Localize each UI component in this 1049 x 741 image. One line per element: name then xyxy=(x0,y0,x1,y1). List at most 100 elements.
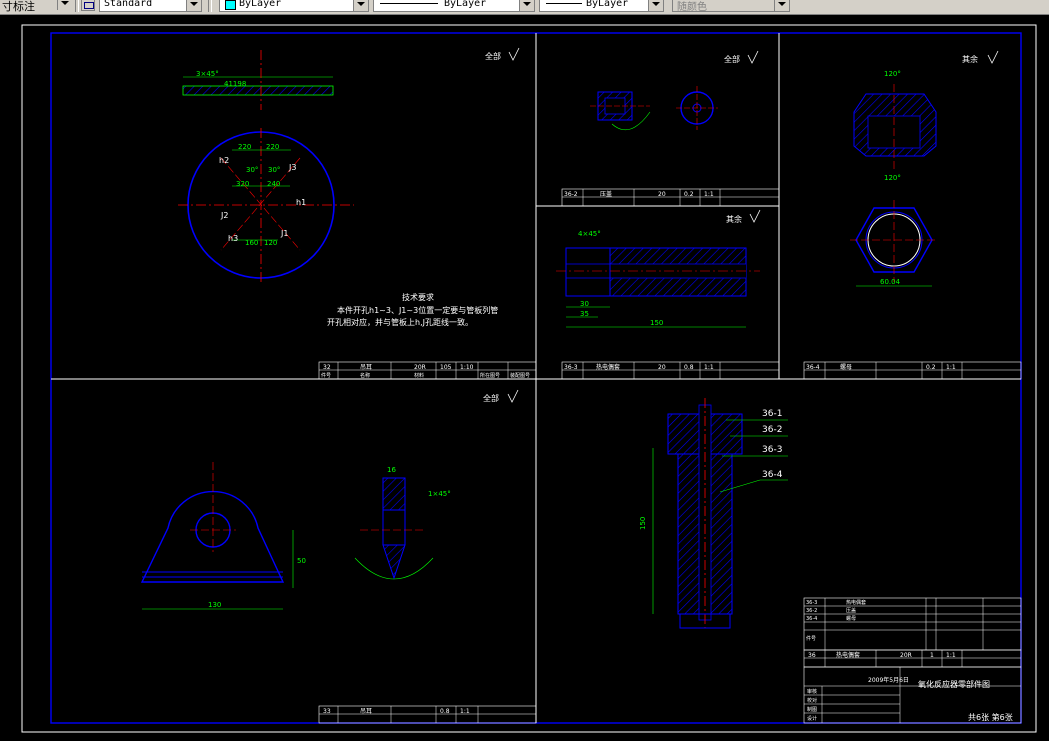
pl-row2-name: 压盖 xyxy=(846,607,856,614)
dim-35: 35 xyxy=(580,310,589,318)
cad-drawing[interactable]: 全部 41198 3×45° 220 220 30° 30° 320 240 1… xyxy=(0,15,1049,737)
part36-2-name: 压盖 xyxy=(600,190,612,198)
part36-3-no: 36-3 xyxy=(564,364,578,371)
hdr-name: 名称 xyxy=(360,372,370,379)
chevron-down-icon[interactable] xyxy=(353,0,368,11)
title-block: 36-3 热电偶套 36-2 压盖 36-4 螺母 件号 36 热电偶套 20R… xyxy=(803,597,1022,724)
roughness-note: 全部 xyxy=(485,51,501,61)
pl-hdr-seq: 件号 xyxy=(806,635,816,642)
dim-130: 130 xyxy=(208,601,221,609)
properties-toolbar: 寸标注 Standard ByLayer ByLayer ByLayer 随颜色 xyxy=(0,0,1049,15)
approver-3: 校对 xyxy=(807,697,817,704)
linetype-sample-icon xyxy=(380,3,438,4)
part36-4-no: 36-4 xyxy=(806,364,820,371)
sheet-count: 共6张 第6张 xyxy=(968,712,1013,722)
lug-outline xyxy=(140,490,285,583)
roughness-note: 全部 xyxy=(724,54,740,64)
part36-3-scale: 1:1 xyxy=(704,364,714,371)
part-32-view: 全部 41198 3×45° 220 220 30° 30° 320 240 1… xyxy=(178,47,520,327)
dim-1x45: 1×45° xyxy=(428,490,451,498)
plot-style-value: 随颜色 xyxy=(677,2,707,13)
part36-2-no: 36-2 xyxy=(564,191,578,198)
part33-scale: 1:1 xyxy=(460,708,470,715)
color-swatch-icon xyxy=(225,0,236,10)
part36-4-scale: 1:1 xyxy=(946,364,956,371)
approver-1: 审核 xyxy=(807,688,817,695)
part33-weight: 0.8 xyxy=(440,708,450,715)
hdr-assembly: 装配图号 xyxy=(510,372,530,379)
part-33-view: 全部 130 50 16 1×45° xyxy=(140,389,519,610)
dim-41198: 41198 xyxy=(224,80,246,88)
hdr-drawing: 所在图号 xyxy=(480,372,500,379)
chevron-down-icon[interactable] xyxy=(519,0,534,11)
layer-color-combo[interactable]: ByLayer xyxy=(219,0,369,12)
dim-220-left: 220 xyxy=(238,143,251,151)
tech-req-line1: 本件开孔h1~3、J1~3位置一定要与管板列管 xyxy=(337,305,498,315)
part36-name: 热电偶套 xyxy=(836,651,860,659)
part36-material: 20R xyxy=(900,652,912,659)
part-36-2-view: 全部 xyxy=(590,50,759,131)
title-strip-36-4: 36-4 螺母 0.2 1:1 xyxy=(803,361,1022,380)
lug-side-section xyxy=(382,477,406,511)
pl-row1-name: 热电偶套 xyxy=(846,599,866,606)
plot-style-combo: 随颜色 xyxy=(672,0,790,13)
pl-row1-no: 36-3 xyxy=(806,600,817,606)
pl-row3-no: 36-4 xyxy=(806,616,817,622)
roughness-symbol-icon xyxy=(749,209,761,223)
label-j3: J3 xyxy=(288,163,296,172)
roughness-symbol-icon xyxy=(747,50,759,64)
dimstyle-combo[interactable] xyxy=(0,0,72,12)
lineweight-value: ByLayer xyxy=(586,0,629,9)
roughness-note: 其余 xyxy=(962,54,978,64)
part36-no: 36 xyxy=(808,652,816,659)
text-style-icon[interactable] xyxy=(81,0,95,11)
part32-name: 吊耳 xyxy=(360,364,372,371)
hdr-material: 材料 xyxy=(414,372,424,379)
dim-60-04: 60.04 xyxy=(880,278,901,286)
dim-30-left: 30° xyxy=(246,166,258,174)
part36-3-name: 热电偶套 xyxy=(596,363,620,371)
plate-section xyxy=(182,85,334,96)
part33-name: 吊耳 xyxy=(360,708,372,715)
chevron-down-icon[interactable] xyxy=(186,0,201,11)
part36-4-weight: 0.2 xyxy=(926,364,936,371)
title-strip-36-2: 36-2 压盖 20 0.2 1:1 xyxy=(561,188,780,207)
text-style-combo[interactable]: Standard xyxy=(99,0,202,12)
chevron-down-icon[interactable] xyxy=(57,0,72,10)
pl-row2-no: 36-2 xyxy=(806,608,817,614)
title-strip-32: 32 吊耳 20R 105 1:10 件号 名称 材料 所在图号 装配图号 xyxy=(318,361,537,380)
part36-2-material: 20 xyxy=(658,191,666,198)
part-36-4-view: 其余 120° 120° 60.04 xyxy=(850,50,999,287)
chevron-down-icon[interactable] xyxy=(648,0,663,11)
roughness-note: 全部 xyxy=(483,393,499,403)
dim-150: 150 xyxy=(650,319,663,327)
approver-4: 制图 xyxy=(807,706,817,713)
part33-no: 33 xyxy=(323,708,331,715)
part32-no: 32 xyxy=(323,364,331,371)
part36-weight: 1 xyxy=(930,652,934,659)
pl-row3-name: 螺母 xyxy=(846,615,856,622)
ref-36-2: 36-2 xyxy=(762,425,782,435)
lineweight-sample-icon xyxy=(546,3,582,4)
hdr-seq: 件号 xyxy=(321,372,331,379)
part-36-assembly-view: 150 36-1 36-2 36-3 36-4 xyxy=(639,398,788,629)
linetype-value: ByLayer xyxy=(444,0,487,9)
roughness-symbol-icon xyxy=(507,389,519,403)
toolbar-separator xyxy=(75,0,79,12)
part36-scale: 1:1 xyxy=(946,652,956,659)
linetype-combo[interactable]: ByLayer xyxy=(373,0,535,12)
dim-320: 320 xyxy=(236,180,249,188)
dim-4x45: 4×45° xyxy=(578,230,601,238)
lineweight-combo[interactable]: ByLayer xyxy=(539,0,664,12)
label-h1: h1 xyxy=(296,198,306,207)
part36-3-material: 20 xyxy=(658,364,666,371)
label-h3: h3 xyxy=(228,234,238,243)
drawing-canvas[interactable]: 全部 41198 3×45° 220 220 30° 30° 320 240 1… xyxy=(0,15,1049,737)
part32-material: 20R xyxy=(414,364,426,371)
part32-scale: 1:10 xyxy=(460,364,474,371)
label-h2: h2 xyxy=(219,156,229,165)
date: 2009年5月6日 xyxy=(868,676,909,684)
approver-2: 设计 xyxy=(807,715,817,722)
part36-2-weight: 0.2 xyxy=(684,191,694,198)
chevron-down-icon xyxy=(774,0,789,11)
